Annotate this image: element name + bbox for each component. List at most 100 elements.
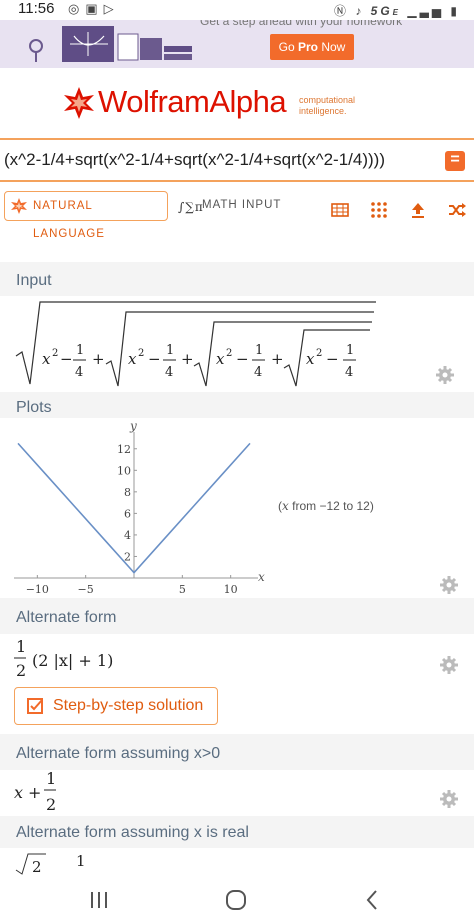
alt-pos-plus: + — [28, 783, 41, 802]
gear-icon[interactable] — [440, 576, 458, 594]
logo-tagline: computational intelligence. — [299, 95, 355, 117]
alt-real-sqrt-content: 2 — [32, 858, 42, 876]
x-tick-label: −5 — [78, 583, 94, 596]
gear-icon[interactable] — [440, 790, 458, 808]
query-bar: (x^2-1/4+sqrt(x^2-1/4+sqrt(x^2-1/4+sqrt(… — [0, 138, 474, 182]
wolfram-alpha-logo[interactable]: WolframAlpha — [98, 84, 287, 120]
pod-title-plots: Plots — [16, 399, 52, 416]
go-pro-bold: Pro — [297, 40, 318, 54]
tagline-line2: intelligence. — [299, 106, 347, 116]
shuffle-icon[interactable] — [448, 202, 466, 218]
alt-form-den: 2 — [16, 661, 26, 680]
term1-minus: − — [60, 350, 73, 368]
logo-word-alpha: Alpha — [209, 84, 287, 119]
term4-x: x — [306, 350, 315, 368]
pod-body-alt-form-real: 2 1 — [0, 848, 474, 876]
upload-icon[interactable] — [409, 202, 427, 218]
term1-x: x — [42, 350, 51, 368]
term3-exp: 2 — [226, 348, 232, 359]
android-nav-bar — [0, 876, 474, 922]
range-suffix: from −12 to 12) — [288, 499, 374, 513]
plot-chart[interactable]: xy−10 −5 5 1024681012 — [0, 418, 280, 598]
math-input-label: MATH INPUT — [202, 199, 282, 211]
pod-body-alt-form-positive: x + 1 2 — [0, 770, 474, 816]
alt-form-expr: (2 |x| + 1) — [32, 651, 113, 670]
term4-minus: − — [326, 350, 339, 368]
x-tick-label: 5 — [179, 583, 186, 596]
natural-language-button[interactable]: NATURAL LANGUAGE — [4, 191, 168, 240]
term3-minus: − — [236, 350, 249, 368]
gear-icon[interactable] — [440, 656, 458, 674]
home-icon[interactable] — [224, 888, 248, 912]
term2-x: x — [128, 350, 137, 368]
pod-title-input: Input — [16, 272, 52, 289]
promo-banner[interactable]: Get a step ahead with your homework Go P… — [0, 20, 474, 68]
term2-exp: 2 — [138, 348, 144, 359]
input-math-formula: x 2 − 1 4 + x 2 − 1 4 + x 2 − 1 4 + x 2 … — [15, 301, 376, 387]
alt-form-formula: 1 2 (2 |x| + 1) — [14, 637, 113, 680]
query-input[interactable]: (x^2-1/4+sqrt(x^2-1/4+sqrt(x^2-1/4+sqrt(… — [4, 150, 385, 170]
battery-icon: ▮ — [450, 4, 460, 18]
math-input-icon: ∫∑π — [178, 200, 204, 214]
go-pro-button[interactable]: Go Pro Now — [270, 34, 354, 60]
alt-pos-formula: x + 1 2 — [14, 770, 56, 814]
term1-exp: 2 — [52, 348, 58, 359]
status-bar: 11:56 ◎▣▷ Ⓝ ♪ 5GE ▁▃▅ ▮ — [0, 0, 474, 20]
pod-header-plots: Plots — [0, 392, 474, 418]
tagline-line1: computational — [299, 95, 356, 105]
y-tick-label: 10 — [117, 464, 131, 477]
go-pro-suffix: Now — [318, 40, 346, 54]
alt-pos-den: 2 — [46, 795, 56, 814]
step-by-step-button[interactable]: Step-by-step solution — [14, 687, 218, 725]
y-tick-label: 4 — [124, 529, 131, 542]
status-time: 11:56 — [18, 0, 55, 17]
back-icon[interactable] — [364, 888, 380, 912]
y-axis-label: y — [129, 419, 137, 433]
math-input-button[interactable]: ∫∑π MATH INPUT — [174, 191, 294, 221]
go-pro-prefix: Go — [278, 40, 298, 54]
network-label: 5G — [370, 4, 393, 18]
term4-den: 4 — [345, 365, 353, 380]
alt-pos-x: x — [14, 783, 23, 802]
compute-button[interactable]: = — [445, 151, 465, 171]
term3-x: x — [216, 350, 225, 368]
alt-form-num: 1 — [16, 637, 26, 656]
nfc-icon: Ⓝ — [333, 4, 349, 18]
x-tick-label: 10 — [224, 583, 238, 596]
term2-den: 4 — [165, 365, 173, 380]
pod-header-input: Input — [0, 262, 474, 296]
pod-body-plots: x y −10 −5 5 10 2 4 6 8 10 12 — [0, 418, 474, 598]
alt-real-num: 1 — [76, 852, 86, 870]
term3-den: 4 — [254, 365, 262, 380]
y-tick-label: 12 — [117, 443, 131, 456]
notification-icons: ◎▣▷ — [68, 1, 120, 16]
pod-body-input: x 2 − 1 4 + x 2 − 1 4 + x 2 − 1 4 + x 2 … — [0, 296, 474, 392]
pod-header-alt-form: Alternate form — [0, 598, 474, 634]
natural-language-label: NATURAL LANGUAGE — [33, 200, 105, 240]
alt-real-formula: 2 1 — [15, 852, 86, 876]
term3-num: 1 — [255, 343, 263, 358]
wolfram-star-icon[interactable] — [62, 86, 96, 120]
x-axis-label: x — [258, 570, 265, 584]
x-tick-label: −10 — [26, 583, 49, 596]
pod-title-alt-form-real: Alternate form assuming x is real — [16, 824, 249, 841]
checkbox-icon — [27, 698, 43, 714]
step-by-step-label: Step-by-step solution — [53, 697, 204, 714]
y-tick-label: 6 — [124, 507, 131, 520]
alt-pos-num: 1 — [46, 770, 56, 788]
input-terms: x 2 − 1 4 + x 2 − 1 4 + x 2 − 1 4 + x 2 … — [42, 343, 356, 380]
promo-text: Get a step ahead with your homework — [200, 20, 403, 28]
pod-header-alt-form-real: Alternate form assuming x is real — [0, 816, 474, 848]
gear-icon[interactable] — [436, 366, 454, 384]
natural-language-icon — [11, 198, 27, 214]
term1-plus: + — [92, 350, 105, 368]
term2-minus: − — [148, 350, 161, 368]
recent-apps-icon[interactable] — [88, 890, 110, 910]
keyboard-icon[interactable] — [331, 202, 349, 218]
grid-icon[interactable] — [370, 202, 388, 218]
term4-exp: 2 — [316, 348, 322, 359]
pod-title-alt-form: Alternate form — [16, 609, 117, 626]
term2-plus: + — [181, 350, 194, 368]
term2-num: 1 — [166, 343, 174, 358]
term4-num: 1 — [346, 343, 354, 358]
